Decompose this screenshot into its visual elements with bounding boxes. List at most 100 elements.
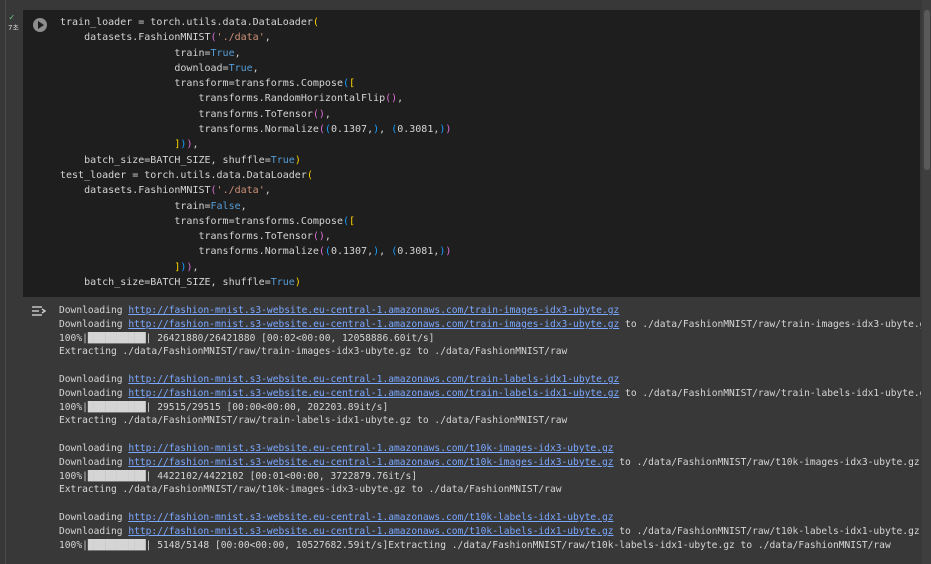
code-token: ( bbox=[306, 169, 313, 181]
code-token: transform=transforms.Compose bbox=[60, 78, 343, 90]
output-line: 100%|██████████| 26421880/26421880 [00:0… bbox=[59, 332, 921, 346]
output-line: Downloading http://fashion-mnist.s3-webs… bbox=[59, 442, 921, 456]
code-token: , bbox=[252, 62, 259, 74]
output-line: Extracting ./data/FashionMNIST/raw/train… bbox=[59, 414, 921, 428]
output-line: 100%|██████████| 4422102/4422102 [00:01<… bbox=[59, 470, 921, 484]
code-token: ) bbox=[294, 277, 301, 289]
output-line: Downloading http://fashion-mnist.s3-webs… bbox=[59, 304, 921, 318]
download-link[interactable]: http://fashion-mnist.s3-website.eu-centr… bbox=[128, 319, 619, 330]
output-line: Extracting ./data/FashionMNIST/raw/t10k-… bbox=[59, 483, 921, 497]
output-text: 100%|██████████| 26421880/26421880 [00:0… bbox=[59, 332, 435, 344]
code-token: ) bbox=[294, 154, 301, 166]
code-token: datasets.FashionMNIST bbox=[60, 32, 211, 44]
scrollbar-thumb[interactable] bbox=[924, 10, 930, 170]
code-token: 0.3081, bbox=[397, 124, 440, 136]
output-text: Downloading bbox=[59, 525, 129, 537]
code-token: batch_size=BATCH_SIZE, shuffle= bbox=[60, 154, 271, 166]
download-link[interactable]: http://fashion-mnist.s3-website.eu-centr… bbox=[128, 374, 619, 385]
run-cell-button[interactable] bbox=[33, 18, 47, 32]
code-token: './data' bbox=[216, 185, 265, 197]
output-text: Downloading bbox=[59, 373, 129, 385]
output-blank-line bbox=[59, 428, 921, 442]
output-actions-icon[interactable] bbox=[30, 304, 48, 318]
code-token: transforms.Normalize bbox=[60, 124, 319, 136]
download-link[interactable]: http://fashion-mnist.s3-website.eu-centr… bbox=[128, 512, 613, 523]
output-text: to ./data/FashionMNIST/raw/train-images-… bbox=[619, 318, 921, 330]
code-token: datasets.FashionMNIST bbox=[60, 185, 211, 197]
code-token: False bbox=[210, 200, 241, 212]
output-line: 100%|██████████| 29515/29515 [00:00<00:0… bbox=[59, 401, 921, 415]
output-text: Extracting ./data/FashionMNIST/raw/t10k-… bbox=[59, 484, 562, 496]
output-text: Extracting ./data/FashionMNIST/raw/train… bbox=[59, 415, 568, 427]
exec-success-check-icon: ✓ bbox=[9, 13, 15, 23]
output-line: Downloading http://fashion-mnist.s3-webs… bbox=[59, 373, 921, 387]
download-link[interactable]: http://fashion-mnist.s3-website.eu-centr… bbox=[128, 443, 613, 454]
output-text: 100%|██████████| 4422102/4422102 [00:01<… bbox=[59, 470, 418, 482]
code-token: , bbox=[234, 47, 241, 59]
cell-gutter bbox=[0, 0, 22, 564]
code-line: datasets.FashionMNIST('./data', bbox=[60, 183, 910, 198]
output-text: 100%|██████████| 29515/29515 [00:00<00:0… bbox=[59, 401, 389, 413]
code-line: transform=transforms.Compose([ bbox=[60, 76, 910, 91]
output-text: to ./data/FashionMNIST/raw/train-labels-… bbox=[619, 387, 921, 399]
code-token: transforms.ToTensor bbox=[60, 231, 313, 243]
output-blank-line bbox=[59, 359, 921, 373]
download-link[interactable]: http://fashion-mnist.s3-website.eu-centr… bbox=[128, 526, 613, 537]
code-token: './data' bbox=[216, 32, 265, 44]
code-token: transforms.Normalize bbox=[60, 246, 319, 258]
code-line: ])), bbox=[60, 137, 910, 152]
code-line: transforms.Normalize((0.1307,), (0.3081,… bbox=[60, 244, 910, 259]
download-link[interactable]: http://fashion-mnist.s3-website.eu-centr… bbox=[128, 388, 619, 399]
code-token: transforms.RandomHorizontalFlip bbox=[60, 93, 386, 105]
output-line: Downloading http://fashion-mnist.s3-webs… bbox=[59, 511, 921, 525]
output-text: Downloading bbox=[59, 305, 129, 316]
code-line: transform=transforms.Compose([ bbox=[60, 214, 910, 229]
output-text: Downloading bbox=[59, 318, 129, 330]
code-line: test_loader = torch.utils.data.DataLoade… bbox=[60, 168, 910, 183]
code-token: test_loader = torch.utils.data.DataLoade… bbox=[60, 169, 307, 181]
download-link[interactable]: http://fashion-mnist.s3-website.eu-centr… bbox=[128, 305, 619, 316]
code-token: [ bbox=[349, 78, 356, 90]
code-token: True bbox=[270, 277, 295, 289]
code-token: 0.1307, bbox=[330, 246, 374, 258]
code-token: , bbox=[240, 200, 247, 212]
code-token: batch_size=BATCH_SIZE, shuffle= bbox=[60, 277, 271, 289]
code-token: ) bbox=[445, 124, 452, 136]
code-editor[interactable]: train_loader = torch.utils.data.DataLoad… bbox=[60, 15, 910, 290]
code-line: transforms.ToTensor(), bbox=[60, 229, 910, 244]
code-token: ( bbox=[312, 17, 319, 28]
code-token: True bbox=[228, 62, 253, 74]
code-line: download=True, bbox=[60, 61, 910, 76]
code-token: train_loader = torch.utils.data.DataLoad… bbox=[60, 17, 313, 28]
output-text: Extracting ./data/FashionMNIST/raw/train… bbox=[59, 346, 568, 358]
code-token: download= bbox=[60, 62, 229, 74]
code-token: ) bbox=[445, 246, 452, 258]
code-token: , bbox=[324, 108, 331, 120]
output-text: 100%|██████████| 5148/5148 [00:00<00:00,… bbox=[59, 539, 891, 551]
code-token: [ bbox=[349, 215, 356, 227]
code-token: True bbox=[210, 47, 235, 59]
code-line: datasets.FashionMNIST('./data', bbox=[60, 30, 910, 45]
output-text: to ./data/FashionMNIST/raw/t10k-labels-i… bbox=[613, 525, 920, 537]
output-line: 100%|██████████| 5148/5148 [00:00<00:00,… bbox=[59, 539, 921, 553]
output-line: Downloading http://fashion-mnist.s3-webs… bbox=[59, 387, 921, 401]
code-token: , bbox=[192, 139, 199, 151]
output-line: Downloading http://fashion-mnist.s3-webs… bbox=[59, 525, 921, 539]
download-link[interactable]: http://fashion-mnist.s3-website.eu-centr… bbox=[128, 457, 613, 468]
exec-time-label: 7초 bbox=[8, 24, 19, 32]
code-token: () bbox=[312, 231, 325, 243]
output-text: Downloading bbox=[59, 387, 129, 399]
output-line: Downloading http://fashion-mnist.s3-webs… bbox=[59, 318, 921, 332]
code-token: 0.3081, bbox=[397, 246, 440, 258]
code-token: True bbox=[270, 154, 295, 166]
output-text: to ./data/FashionMNIST/raw/t10k-images-i… bbox=[613, 456, 920, 468]
code-token: , bbox=[397, 93, 404, 105]
code-token: , bbox=[264, 32, 271, 44]
code-token: train= bbox=[60, 47, 211, 59]
output-text: Downloading bbox=[59, 511, 129, 523]
code-line: ])), bbox=[60, 260, 910, 275]
code-line: batch_size=BATCH_SIZE, shuffle=True) bbox=[60, 153, 910, 168]
code-token: train= bbox=[60, 200, 211, 212]
